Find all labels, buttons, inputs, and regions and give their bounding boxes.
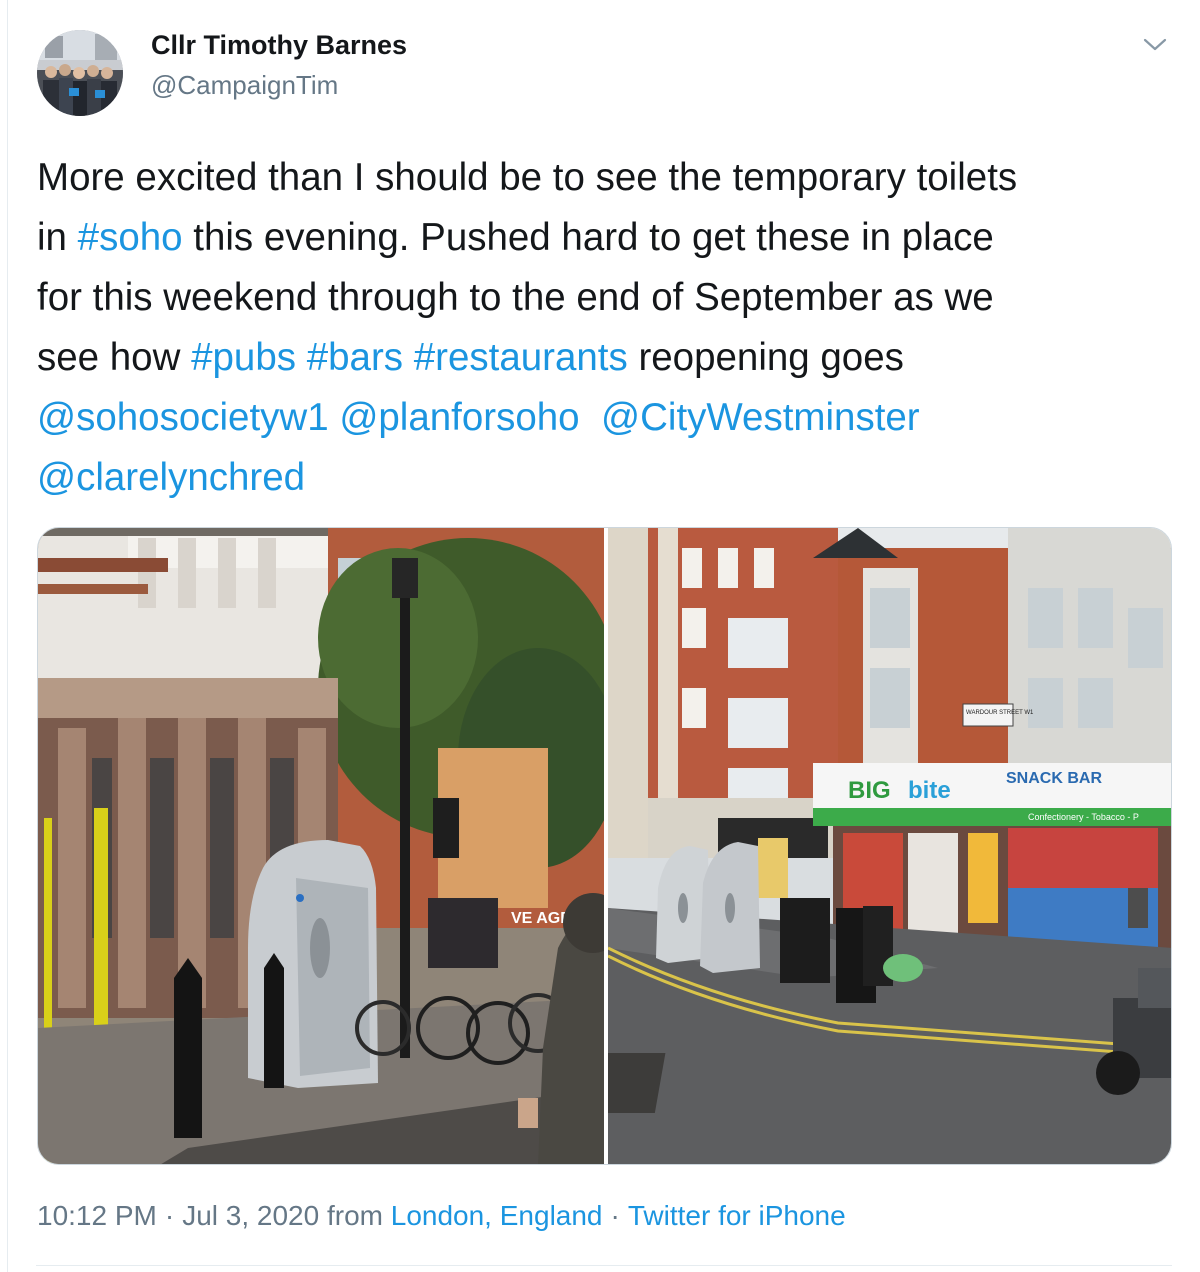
author-handle[interactable]: @CampaignTim	[151, 70, 338, 101]
street-sign-text: WARDOUR STREET W1	[966, 710, 1034, 716]
shop-name-bite: bite	[908, 777, 951, 804]
tweet-text-line: see how #pubs #bars #restaurants reopeni…	[37, 328, 1177, 388]
poster-text: VE AGE	[511, 910, 571, 927]
tweet-text-line: @clarelynchred	[37, 448, 1177, 508]
shop-name-big: BIG	[848, 777, 891, 804]
author-name[interactable]: Cllr Timothy Barnes	[151, 30, 407, 61]
tweet-text-segment: see how	[37, 336, 192, 379]
tweet-text: More excited than I should be to see the…	[37, 148, 1177, 508]
tweet-text-line: for this weekend through to the end of S…	[37, 268, 1177, 328]
hashtag-link[interactable]: #bars	[307, 336, 403, 379]
timeline-divider	[7, 0, 8, 1272]
photo-wardour-street[interactable]: WARDOUR STREET W1 BIG bite SNACK BAR Con…	[534, 528, 1171, 1164]
chevron-down-icon[interactable]	[1140, 30, 1170, 60]
tweet-text-segment: for this weekend through to the end of S…	[37, 276, 994, 319]
confectionery-text: Confectionery - Tobacco - P	[1028, 812, 1139, 822]
location-link[interactable]: London, England	[391, 1200, 603, 1231]
mention-link[interactable]: @planforsoho	[339, 396, 579, 439]
tweet-text-segment	[296, 336, 307, 379]
hashtag-link[interactable]: #restaurants	[414, 336, 628, 379]
from-label: from	[326, 1200, 383, 1231]
tweet-text-line: @sohosocietyw1 @planforsoho @CityWestmin…	[37, 388, 1177, 448]
hashtag-link[interactable]: #pubs	[191, 336, 296, 379]
tweet-text-segment: in	[37, 216, 78, 259]
tweet-text-segment	[403, 336, 414, 379]
hashtag-link[interactable]: #soho	[78, 216, 183, 259]
tweet-text-line: More excited than I should be to see the…	[37, 148, 1177, 208]
mention-link[interactable]: @clarelynchred	[37, 456, 305, 499]
mention-link[interactable]: @sohosocietyw1	[37, 396, 329, 439]
tweet-text-segment: More excited than I should be to see the…	[37, 156, 1018, 199]
tweet-text-segment: reopening goes	[627, 336, 904, 379]
author-avatar[interactable]	[37, 30, 123, 116]
media-grid: VE AGE WARDOUR STREET W1 BIG bite SNACK …	[37, 527, 1172, 1165]
tweet-date[interactable]: Jul 3, 2020	[182, 1200, 319, 1231]
separator-dot-2: ·	[610, 1200, 620, 1231]
snack-bar-text: SNACK BAR	[1006, 770, 1102, 787]
avatar-photo	[37, 30, 123, 116]
photo-street-urinal[interactable]: VE AGE	[38, 528, 623, 1164]
tweet-text-segment	[580, 396, 601, 439]
tweet-text-segment	[329, 396, 340, 439]
tweet-time[interactable]: 10:12 PM	[37, 1200, 157, 1231]
bottom-divider	[36, 1265, 1172, 1266]
tweet-text-line: in #soho this evening. Pushed hard to ge…	[37, 208, 1177, 268]
separator-dot: ·	[164, 1200, 175, 1231]
tweet-text-segment: this evening. Pushed hard to get these i…	[182, 216, 994, 259]
mention-link[interactable]: @CityWestminster	[601, 396, 920, 439]
source-link[interactable]: Twitter for iPhone	[628, 1200, 846, 1231]
tweet-meta: 10:12 PM · Jul 3, 2020 from London, Englan…	[37, 1198, 846, 1234]
tweet-card: Cllr Timothy Barnes @CampaignTim More ex…	[0, 0, 1200, 1272]
